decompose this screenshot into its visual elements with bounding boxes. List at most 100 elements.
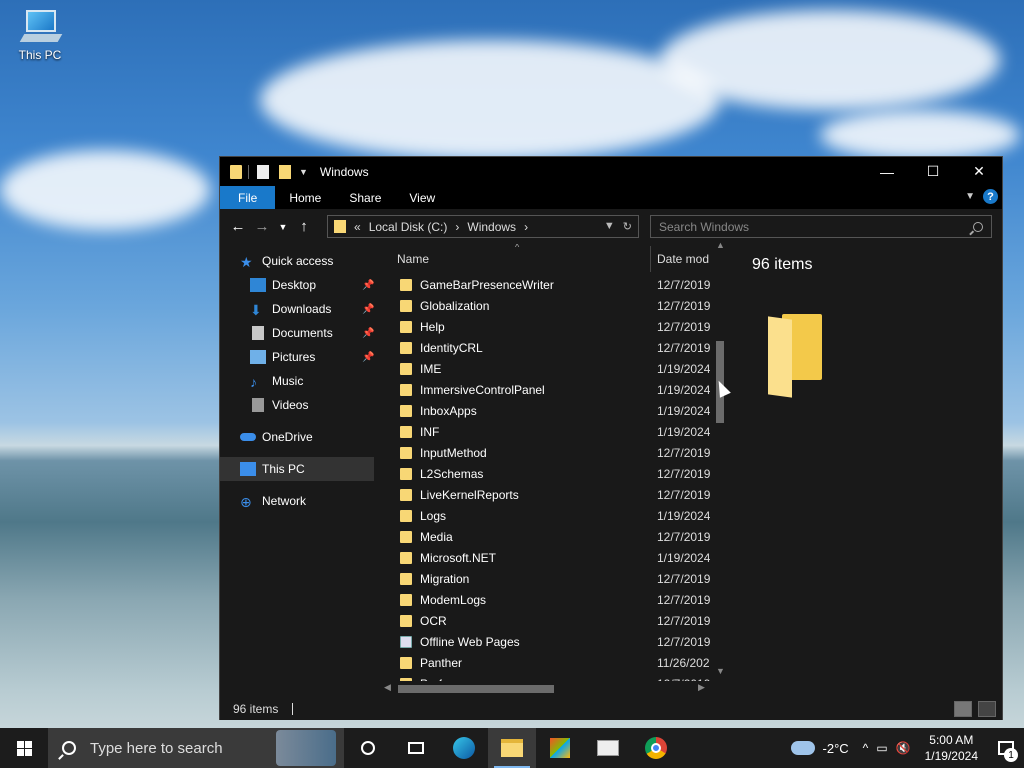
column-header-name[interactable]: Name bbox=[397, 252, 429, 266]
up-arrow-icon[interactable]: ↑ bbox=[292, 218, 316, 235]
cloud-icon bbox=[240, 433, 256, 441]
notification-badge: 1 bbox=[1004, 748, 1018, 762]
cortana-button[interactable] bbox=[344, 728, 392, 768]
file-row[interactable]: GameBarPresenceWriter 12/7/2019 bbox=[380, 274, 713, 295]
nav-item-this-pc[interactable]: This PC bbox=[220, 457, 374, 481]
refresh-icon[interactable]: ↻ bbox=[623, 220, 632, 233]
nav-item-onedrive[interactable]: OneDrive bbox=[240, 425, 374, 449]
file-row[interactable]: Help 12/7/2019 bbox=[380, 316, 713, 337]
mail-button[interactable] bbox=[584, 728, 632, 768]
forward-arrow-icon[interactable]: → bbox=[250, 218, 274, 235]
file-explorer-button[interactable] bbox=[488, 728, 536, 768]
breadcrumb-local-disk[interactable]: Local Disk (C:) bbox=[369, 220, 448, 234]
file-row[interactable]: InputMethod 12/7/2019 bbox=[380, 442, 713, 463]
properties-icon[interactable] bbox=[257, 164, 269, 179]
desktop-icon-this-pc[interactable]: This PC bbox=[14, 10, 66, 62]
file-row[interactable]: Panther 11/26/202 bbox=[380, 652, 713, 673]
nav-item-label: Network bbox=[262, 494, 307, 508]
file-row[interactable]: INF 1/19/2024 bbox=[380, 421, 713, 442]
store-button[interactable] bbox=[536, 728, 584, 768]
window-title: Windows bbox=[319, 164, 369, 179]
folder-icon bbox=[400, 551, 412, 564]
search-input[interactable] bbox=[659, 219, 959, 234]
details-view-button[interactable] bbox=[954, 701, 972, 717]
volume-muted-icon[interactable]: 🔇 bbox=[892, 741, 915, 755]
maximize-button[interactable]: ☐ bbox=[910, 157, 956, 186]
task-view-button[interactable] bbox=[392, 728, 440, 768]
scroll-down-arrow-icon[interactable]: ▼ bbox=[716, 666, 725, 676]
tab-home[interactable]: Home bbox=[275, 186, 335, 209]
address-overflow[interactable]: « bbox=[354, 220, 361, 234]
file-row[interactable]: IME 1/19/2024 bbox=[380, 358, 713, 379]
large-icons-view-button[interactable] bbox=[978, 701, 996, 717]
start-button[interactable] bbox=[0, 728, 48, 768]
file-name: Media bbox=[420, 529, 453, 544]
scroll-up-arrow-icon[interactable]: ▲ bbox=[716, 240, 725, 250]
file-row[interactable]: Media 12/7/2019 bbox=[380, 526, 713, 547]
weather-widget[interactable]: -2°C bbox=[781, 741, 859, 756]
status-bar: 96 items bbox=[220, 698, 1002, 720]
vertical-scrollbar[interactable]: ▲ ▼ bbox=[713, 240, 727, 680]
file-row[interactable]: IdentityCRL 12/7/2019 bbox=[380, 337, 713, 358]
nav-item-network[interactable]: ⊕ Network bbox=[240, 489, 374, 513]
clock[interactable]: 5:00 AM 1/19/2024 bbox=[915, 732, 988, 764]
nav-item-desktop[interactable]: Desktop 📌 bbox=[250, 273, 374, 297]
customize-toolbar-chevron-icon[interactable]: ▼ bbox=[299, 167, 308, 177]
nav-item-videos[interactable]: Videos bbox=[250, 393, 374, 417]
network-icon[interactable]: ▭ bbox=[872, 741, 891, 755]
scroll-right-arrow-icon[interactable]: ▶ bbox=[698, 682, 705, 693]
search-highlight-image[interactable] bbox=[276, 730, 336, 766]
file-row[interactable]: L2Schemas 12/7/2019 bbox=[380, 463, 713, 484]
new-folder-icon[interactable] bbox=[279, 164, 291, 179]
file-row[interactable]: LiveKernelReports 12/7/2019 bbox=[380, 484, 713, 505]
expand-ribbon-chevron-icon[interactable]: ▼ bbox=[965, 191, 975, 202]
edge-button[interactable] bbox=[440, 728, 488, 768]
horizontal-scrollbar[interactable]: ◀ ▶ bbox=[380, 681, 714, 695]
address-bar[interactable]: « Local Disk (C:) › Windows › ▼ ↻ bbox=[327, 215, 639, 238]
file-name: OCR bbox=[420, 613, 447, 628]
edge-icon bbox=[453, 737, 475, 759]
file-date: 1/19/2024 bbox=[657, 550, 710, 565]
address-row: ← → ▼ ↑ « Local Disk (C:) › Windows › ▼ … bbox=[220, 209, 1002, 244]
chrome-button[interactable] bbox=[632, 728, 680, 768]
show-hidden-icons-chevron-icon[interactable]: ^ bbox=[859, 741, 873, 755]
nav-item-documents[interactable]: Documents 📌 bbox=[250, 321, 374, 345]
file-row[interactable]: InboxApps 1/19/2024 bbox=[380, 400, 713, 421]
search-box[interactable] bbox=[650, 215, 992, 238]
file-row[interactable]: Migration 12/7/2019 bbox=[380, 568, 713, 589]
folder-icon bbox=[400, 572, 412, 585]
file-row[interactable]: Logs 1/19/2024 bbox=[380, 505, 713, 526]
chrome-icon bbox=[645, 737, 667, 759]
cloud bbox=[260, 40, 720, 160]
close-button[interactable]: ✕ bbox=[956, 157, 1002, 186]
file-name: L2Schemas bbox=[420, 466, 484, 481]
breadcrumb-separator-icon[interactable]: › bbox=[455, 220, 459, 234]
file-row[interactable]: Offline Web Pages 12/7/2019 bbox=[380, 631, 713, 652]
notification-center-button[interactable]: 1 bbox=[988, 728, 1024, 768]
nav-item-quick-access[interactable]: ★ Quick access bbox=[240, 249, 374, 273]
taskbar-search[interactable]: Type here to search bbox=[48, 728, 344, 768]
tab-file[interactable]: File bbox=[220, 186, 276, 209]
horizontal-scroll-thumb[interactable] bbox=[398, 685, 554, 693]
breadcrumb-windows[interactable]: Windows bbox=[467, 220, 516, 234]
file-row[interactable]: ImmersiveControlPanel 1/19/2024 bbox=[380, 379, 713, 400]
breadcrumb-separator-icon[interactable]: › bbox=[524, 220, 528, 234]
folder-icon bbox=[400, 425, 412, 438]
minimize-button[interactable]: — bbox=[864, 157, 910, 186]
tab-view[interactable]: View bbox=[395, 186, 449, 209]
nav-item-music[interactable]: ♪ Music bbox=[250, 369, 374, 393]
nav-item-pictures[interactable]: Pictures 📌 bbox=[250, 345, 374, 369]
scroll-left-arrow-icon[interactable]: ◀ bbox=[384, 682, 391, 693]
nav-item-downloads[interactable]: ⬇ Downloads 📌 bbox=[250, 297, 374, 321]
file-row[interactable]: Globalization 12/7/2019 bbox=[380, 295, 713, 316]
back-arrow-icon[interactable]: ← bbox=[226, 218, 250, 235]
file-row[interactable]: OCR 12/7/2019 bbox=[380, 610, 713, 631]
column-header-date[interactable]: Date mod bbox=[657, 252, 709, 266]
file-row[interactable]: ModemLogs 12/7/2019 bbox=[380, 589, 713, 610]
file-name: Migration bbox=[420, 571, 470, 586]
address-dropdown-chevron-icon[interactable]: ▼ bbox=[604, 220, 615, 233]
recent-locations-chevron-icon[interactable]: ▼ bbox=[274, 222, 292, 232]
tab-share[interactable]: Share bbox=[335, 186, 395, 209]
help-icon[interactable]: ? bbox=[983, 189, 998, 204]
file-row[interactable]: Microsoft.NET 1/19/2024 bbox=[380, 547, 713, 568]
